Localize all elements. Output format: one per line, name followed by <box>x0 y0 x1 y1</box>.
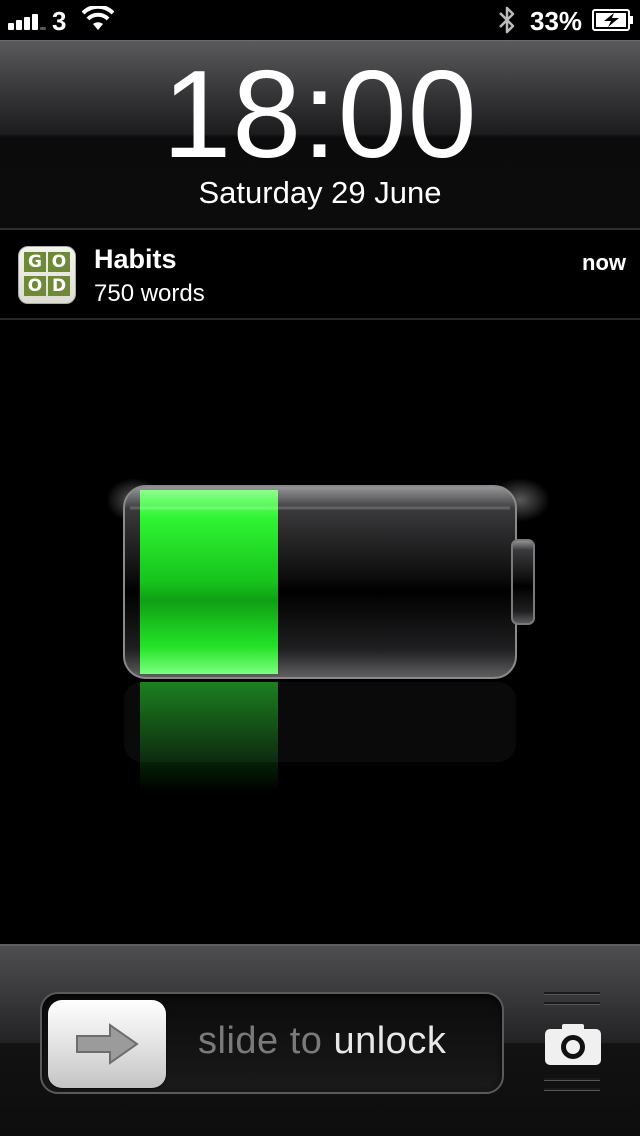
notification-time: now <box>582 250 626 275</box>
battery-fill <box>140 490 278 674</box>
bluetooth-icon <box>499 6 515 34</box>
slide-to-unlock-knob[interactable] <box>48 1000 166 1088</box>
icon-letter: D <box>48 276 70 296</box>
slide-to-unlock-label: slide to unlock <box>198 1020 446 1063</box>
clock-bar: 18:00 Saturday 29 June <box>0 40 640 230</box>
lock-time: 18:00 <box>162 46 478 184</box>
icon-letter: O <box>48 252 70 272</box>
notification-message: 750 words <box>94 280 205 307</box>
camera-icon[interactable] <box>544 1022 602 1066</box>
arrow-right-icon <box>76 1023 139 1065</box>
battery-percent: 33% <box>530 6 583 36</box>
wifi-icon <box>82 6 114 30</box>
lock-date: Saturday 29 June <box>198 175 442 210</box>
carrier-label: 3 <box>52 6 67 36</box>
icon-letter: G <box>24 252 46 272</box>
unlock-bar: slide to unlock <box>0 944 640 1136</box>
battery-charging-icon <box>592 9 633 31</box>
habits-app-icon: G O O D <box>18 246 76 304</box>
notification-title: Habits <box>94 244 177 274</box>
charging-battery-icon <box>106 478 550 792</box>
slide-to-unlock-track[interactable]: slide to unlock <box>40 992 504 1094</box>
signal-icon <box>8 12 48 30</box>
slide-label-prefix: slide to <box>198 1020 334 1062</box>
status-bar: 3 33% <box>0 0 640 40</box>
icon-letter: O <box>24 276 46 296</box>
slide-label-highlight: unlock <box>333 1020 447 1062</box>
notification-habits[interactable]: G O O D Habits 750 words now <box>0 232 640 320</box>
